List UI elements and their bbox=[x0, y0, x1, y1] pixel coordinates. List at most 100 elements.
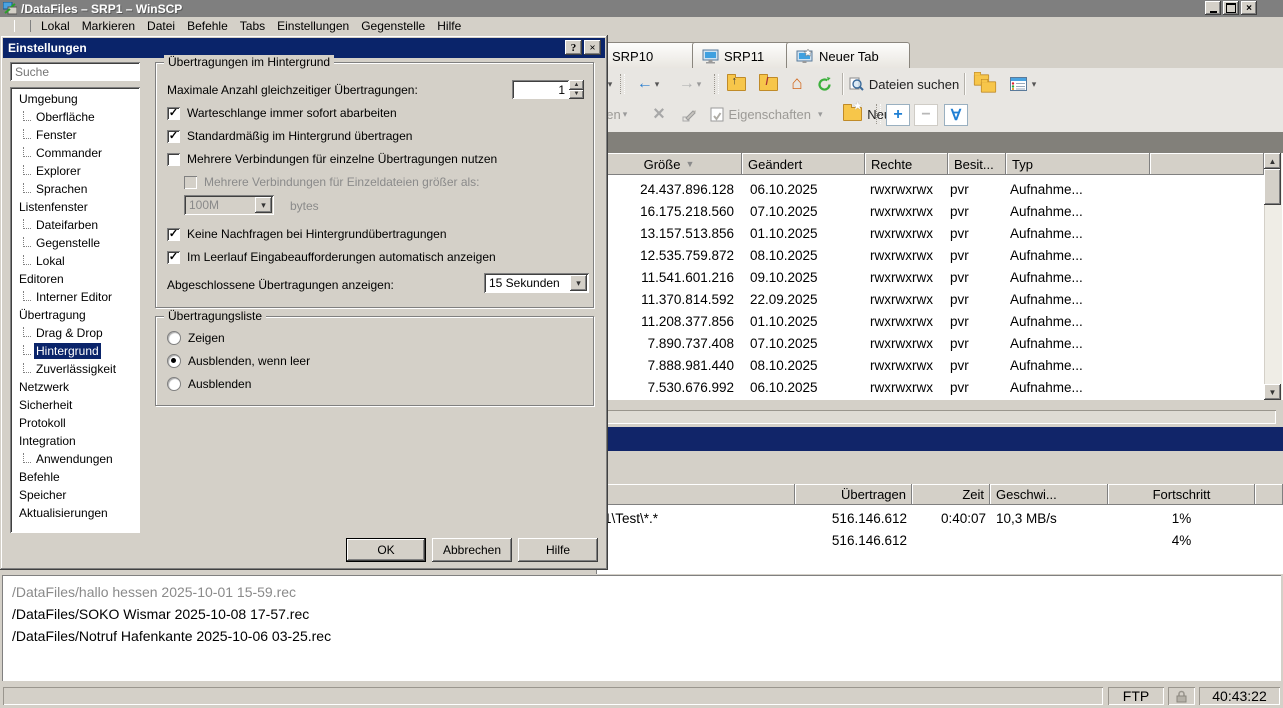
radio-icon[interactable] bbox=[167, 354, 181, 368]
maximize-button[interactable] bbox=[1223, 1, 1239, 15]
tab-srp10[interactable]: SRP10 bbox=[602, 42, 706, 69]
refresh-button[interactable] bbox=[810, 72, 838, 96]
radio-hide[interactable]: Ausblenden bbox=[167, 377, 251, 391]
queue-header-bar[interactable] bbox=[596, 427, 1283, 451]
tree-item-interner-editor[interactable]: Interner Editor bbox=[10, 288, 140, 306]
checkbox-icon[interactable] bbox=[167, 153, 180, 166]
dialog-help-button[interactable]: ? bbox=[565, 40, 582, 55]
spin-down-button[interactable]: ▼ bbox=[569, 90, 584, 100]
find-files-button[interactable]: Dateien suchen bbox=[848, 72, 960, 96]
session-log-panel[interactable]: /DataFiles/hallo hessen 2025-10-01 15-59… bbox=[2, 575, 1281, 681]
tree-item-dateifarben[interactable]: Dateifarben bbox=[10, 216, 140, 234]
checkbox-multiple-connections[interactable]: Mehrere Verbindungen für einzelne Übertr… bbox=[167, 152, 497, 166]
menu-grip[interactable] bbox=[14, 20, 31, 32]
queue-column-progress[interactable]: Fortschritt bbox=[1108, 484, 1255, 505]
forward-button[interactable]: → ▾ bbox=[670, 72, 710, 96]
synchronize-browsing-button[interactable] bbox=[970, 72, 1000, 96]
menu-lokal[interactable]: Lokal bbox=[35, 19, 76, 33]
edit-button[interactable] bbox=[676, 102, 702, 126]
queue-column-time[interactable]: Zeit bbox=[912, 484, 990, 505]
checkbox-no-confirmations[interactable]: Keine Nachfragen bei Hintergrundübertrag… bbox=[167, 227, 447, 241]
status-security[interactable] bbox=[1168, 687, 1195, 705]
tree-item-hintergrund[interactable]: Hintergrund bbox=[10, 342, 140, 360]
checkbox-icon[interactable] bbox=[167, 130, 180, 143]
tree-item-aktualisierungen[interactable]: Aktualisierungen bbox=[10, 504, 140, 522]
menu-befehle[interactable]: Befehle bbox=[181, 19, 234, 33]
tree-item-speicher[interactable]: Speicher bbox=[10, 486, 140, 504]
completed-transfers-combo[interactable]: 15 Sekunden ▾ bbox=[484, 273, 589, 293]
close-button[interactable]: × bbox=[1241, 1, 1257, 15]
status-protocol[interactable]: FTP bbox=[1108, 687, 1164, 705]
tree-item-lokal[interactable]: Lokal bbox=[10, 252, 140, 270]
tree-item-fenster[interactable]: Fenster bbox=[10, 126, 140, 144]
delete-button[interactable]: × bbox=[646, 102, 672, 126]
menu-tabs[interactable]: Tabs bbox=[234, 19, 271, 33]
checkbox-idle-prompts[interactable]: Im Leerlauf Eingabeaufforderungen automa… bbox=[167, 250, 496, 264]
scroll-up-button[interactable]: ▲ bbox=[1264, 153, 1281, 169]
tab-srp11[interactable]: SRP11 bbox=[692, 42, 800, 69]
column-header-modified[interactable]: Geändert bbox=[742, 153, 865, 175]
column-header-rights[interactable]: Rechte bbox=[865, 153, 948, 175]
ok-button[interactable]: OK bbox=[346, 538, 426, 562]
cancel-button[interactable]: Abbrechen bbox=[432, 538, 512, 562]
tree-item-oberflaeche[interactable]: Oberfläche bbox=[10, 108, 140, 126]
tree-item-sprachen[interactable]: Sprachen bbox=[10, 180, 140, 198]
tree-item-befehle[interactable]: Befehle bbox=[10, 468, 140, 486]
tree-item-editoren[interactable]: Editoren bbox=[10, 270, 140, 288]
tree-item-anwendungen[interactable]: Anwendungen bbox=[10, 450, 140, 468]
checkbox-icon[interactable] bbox=[167, 251, 180, 264]
column-header-type[interactable]: Typ bbox=[1006, 153, 1150, 175]
tree-item-integration[interactable]: Integration bbox=[10, 432, 140, 450]
root-directory-button[interactable]: / bbox=[754, 72, 782, 96]
tree-item-gegenstelle[interactable]: Gegenstelle bbox=[10, 234, 140, 252]
checkbox-icon[interactable] bbox=[167, 107, 180, 120]
properties-button[interactable]: Eigenschaften ▾ bbox=[704, 102, 828, 126]
toolbar-grip[interactable] bbox=[876, 104, 881, 124]
tree-item-commander[interactable]: Commander bbox=[10, 144, 140, 162]
scrollbar-thumb[interactable] bbox=[1264, 169, 1281, 205]
dialog-close-button[interactable]: × bbox=[584, 40, 601, 55]
checkbox-background-default[interactable]: Standardmäßig im Hintergrund übertragen bbox=[167, 129, 412, 143]
queue-column-empty[interactable] bbox=[1255, 484, 1283, 505]
checkbox-process-queue[interactable]: Warteschlange immer sofort abarbeiten bbox=[167, 106, 397, 120]
menu-hilfe[interactable]: Hilfe bbox=[431, 19, 467, 33]
help-button[interactable]: Hilfe bbox=[518, 538, 598, 562]
tree-item-sicherheit[interactable]: Sicherheit bbox=[10, 396, 140, 414]
radio-icon[interactable] bbox=[167, 331, 181, 345]
tree-item-umgebung[interactable]: Umgebung bbox=[10, 90, 140, 108]
tree-item-uebertragung[interactable]: Übertragung bbox=[10, 306, 140, 324]
tree-item-explorer[interactable]: Explorer bbox=[10, 162, 140, 180]
combo-dropdown-button[interactable]: ▾ bbox=[570, 275, 587, 291]
tree-item-listenfenster[interactable]: Listenfenster bbox=[10, 198, 140, 216]
toolbar-grip[interactable] bbox=[714, 74, 719, 94]
scroll-down-button[interactable]: ▼ bbox=[1264, 384, 1281, 400]
queue-column-transferred[interactable]: Übertragen bbox=[795, 484, 912, 505]
settings-search-input[interactable] bbox=[10, 62, 140, 81]
add-button[interactable]: + bbox=[886, 104, 910, 126]
max-transfers-spinner[interactable]: 1 ▲ ▼ bbox=[512, 80, 584, 99]
minimize-button[interactable] bbox=[1205, 1, 1221, 15]
home-directory-button[interactable]: ⌂ bbox=[784, 72, 810, 96]
tree-item-drag-drop[interactable]: Drag & Drop bbox=[10, 324, 140, 342]
queue-column-speed[interactable]: Geschwi... bbox=[990, 484, 1108, 505]
radio-show[interactable]: Zeigen bbox=[167, 331, 225, 345]
column-header-owner[interactable]: Besit... bbox=[948, 153, 1006, 175]
remove-button[interactable]: − bbox=[914, 104, 938, 126]
menu-einstellungen[interactable]: Einstellungen bbox=[271, 19, 355, 33]
radio-hide-when-empty[interactable]: Ausblenden, wenn leer bbox=[167, 354, 310, 368]
menu-markieren[interactable]: Markieren bbox=[76, 19, 141, 33]
spin-up-button[interactable]: ▲ bbox=[569, 80, 584, 90]
spinner-value[interactable]: 1 bbox=[512, 80, 569, 99]
toolbar-grip[interactable] bbox=[620, 74, 625, 94]
filter-button[interactable]: ∀ bbox=[944, 104, 968, 126]
tree-item-protokoll[interactable]: Protokoll bbox=[10, 414, 140, 432]
back-button[interactable]: ← ▾ bbox=[628, 72, 668, 96]
tree-item-netzwerk[interactable]: Netzwerk bbox=[10, 378, 140, 396]
menu-datei[interactable]: Datei bbox=[141, 19, 181, 33]
parent-directory-button[interactable]: ↑ bbox=[722, 72, 750, 96]
queue-column-file[interactable] bbox=[596, 484, 795, 505]
menu-gegenstelle[interactable]: Gegenstelle bbox=[355, 19, 431, 33]
tree-item-zuverlaessigkeit[interactable]: Zuverlässigkeit bbox=[10, 360, 140, 378]
radio-icon[interactable] bbox=[167, 377, 181, 391]
tab-new-tab[interactable]: Neuer Tab bbox=[786, 42, 910, 69]
